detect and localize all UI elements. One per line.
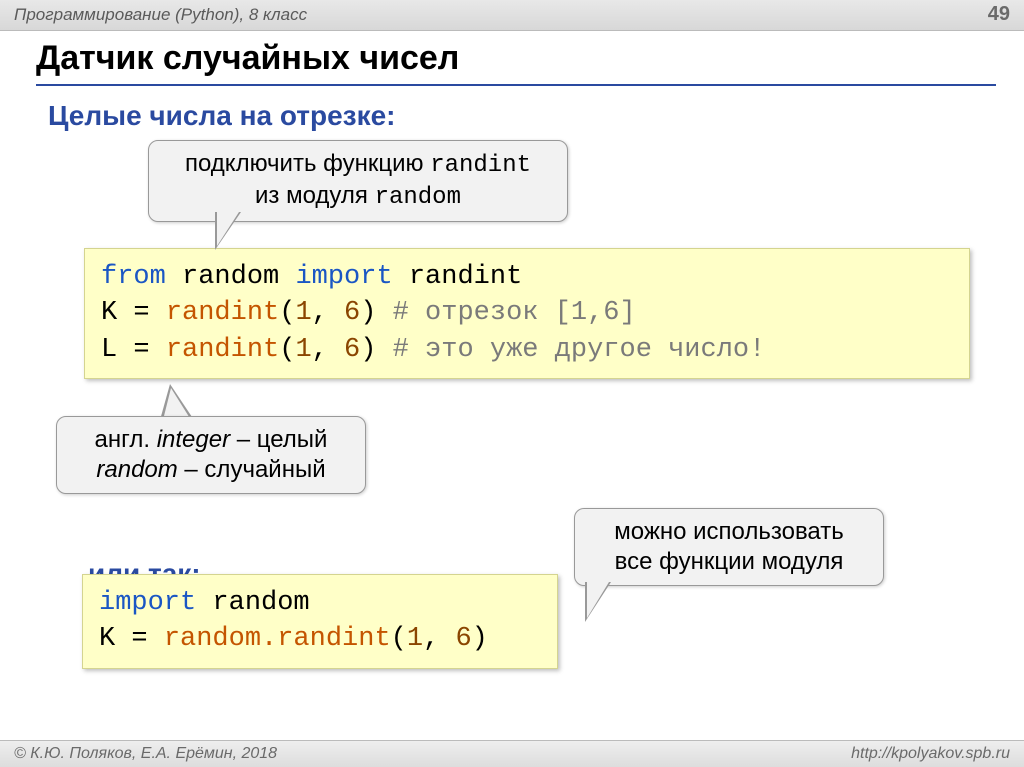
code-line: L = randint(1, 6) # это уже другое число…	[101, 332, 953, 368]
slide-footer: © К.Ю. Поляков, Е.А. Ерёмин, 2018 http:/…	[0, 740, 1024, 767]
callout-line: можно использовать	[593, 517, 865, 547]
copyright-label: © К.Ю. Поляков, Е.А. Ерёмин, 2018	[14, 745, 277, 763]
callout-connect-randint: подключить функцию randint из модуля ran…	[148, 140, 568, 222]
course-label: Программирование (Python), 8 класс	[14, 5, 307, 25]
footer-url: http://kpolyakov.spb.ru	[851, 745, 1010, 763]
callout-line: из модуля random	[167, 181, 549, 213]
code-line: import random	[99, 585, 541, 621]
code-block-import-random: import random K = random.randint(1, 6)	[82, 574, 558, 669]
code-line: K = randint(1, 6) # отрезок [1,6]	[101, 295, 953, 331]
callout-line: англ. integer – целый	[75, 425, 347, 455]
code-line: from random import randint	[101, 259, 953, 295]
section-subtitle: Целые числа на отрезке:	[48, 100, 996, 132]
slide-header: Программирование (Python), 8 класс 49	[0, 0, 1024, 31]
page-number: 49	[988, 3, 1010, 26]
callout-line: все функции модуля	[593, 547, 865, 577]
slide-content: Датчик случайных чисел Целые числа на от…	[0, 31, 1024, 379]
callout-all-functions: можно использовать все функции модуля	[574, 508, 884, 586]
code-line: K = random.randint(1, 6)	[99, 621, 541, 657]
callout-tail-icon	[217, 212, 239, 246]
code-block-randint: from random import randint K = randint(1…	[84, 248, 970, 379]
callout-line: подключить функцию randint	[167, 149, 549, 181]
callout-line: random – случайный	[75, 455, 347, 485]
slide-title: Датчик случайных чисел	[36, 39, 996, 86]
callout-integer-random: англ. integer – целый random – случайный	[56, 416, 366, 494]
callout-tail-icon	[587, 582, 609, 618]
